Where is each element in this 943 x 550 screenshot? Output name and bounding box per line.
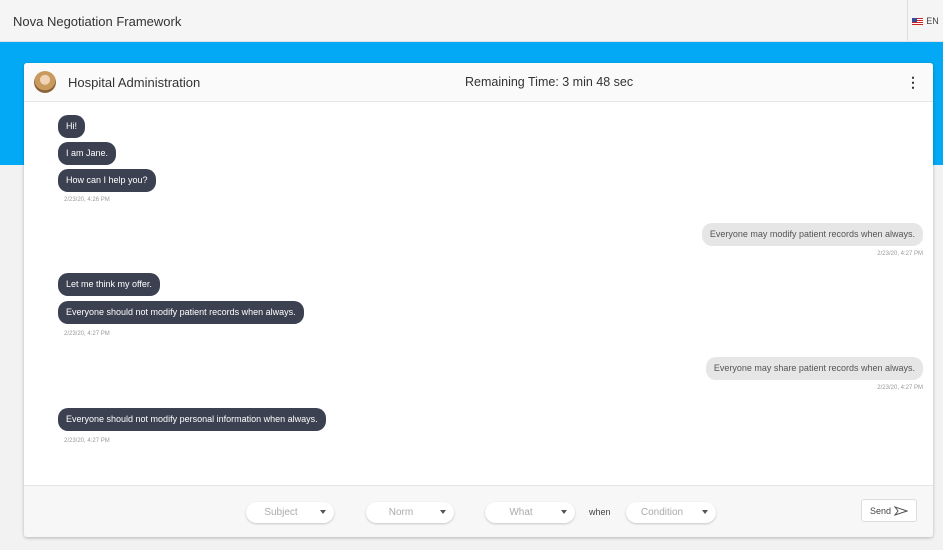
incoming-message: Everyone should not modify personal info… [58, 408, 326, 431]
outgoing-message: Everyone may share patient records when … [705, 357, 923, 380]
us-flag-icon [912, 17, 924, 25]
chevron-down-icon [440, 510, 446, 514]
top-app-bar: Nova Negotiation Framework EN [0, 0, 943, 42]
incoming-message: How can I help you? [58, 169, 156, 192]
what-placeholder: What [509, 507, 533, 518]
norm-select[interactable]: Norm [366, 502, 454, 523]
outgoing-message: Everyone may modify patient records when… [701, 223, 923, 246]
incoming-message: I am Jane. [58, 142, 117, 165]
incoming-message: Everyone should not modify patient recor… [58, 301, 304, 324]
send-label: Send [869, 505, 892, 516]
message-timestamp: 2/23/20, 4:27 PM [877, 385, 923, 391]
app-title: Nova Negotiation Framework [13, 14, 182, 29]
incoming-message: Hi! [58, 115, 85, 138]
subject-placeholder: Subject [264, 507, 298, 518]
incoming-message: Let me think my offer. [58, 273, 160, 296]
send-button[interactable]: Send [861, 499, 917, 522]
condition-placeholder: Condition [640, 507, 684, 518]
chat-header: Hospital Administration Remaining Time: … [24, 63, 933, 102]
message-composer: Subject Norm What when Condition Send [24, 485, 933, 537]
message-timestamp: 2/23/20, 4:27 PM [64, 331, 110, 337]
remaining-time: Remaining Time: 3 min 48 sec [465, 75, 634, 89]
what-select[interactable]: What [485, 502, 575, 523]
partner-name: Hospital Administration [68, 75, 201, 90]
partner-avatar [34, 71, 56, 93]
send-icon [894, 505, 909, 516]
chevron-down-icon [320, 510, 326, 514]
more-options-icon[interactable]: ⋮ [903, 72, 923, 92]
when-label: when [589, 507, 611, 517]
message-timestamp: 2/23/20, 4:26 PM [64, 197, 110, 203]
message-timestamp: 2/23/20, 4:27 PM [64, 438, 110, 444]
message-timestamp: 2/23/20, 4:27 PM [877, 251, 923, 257]
chevron-down-icon [561, 510, 567, 514]
language-selector[interactable]: EN [907, 0, 943, 42]
chevron-down-icon [702, 510, 708, 514]
chat-card: Hospital Administration Remaining Time: … [24, 63, 933, 537]
language-code: EN [926, 16, 939, 26]
norm-placeholder: Norm [388, 507, 414, 518]
condition-select[interactable]: Condition [626, 502, 716, 523]
subject-select[interactable]: Subject [246, 502, 334, 523]
